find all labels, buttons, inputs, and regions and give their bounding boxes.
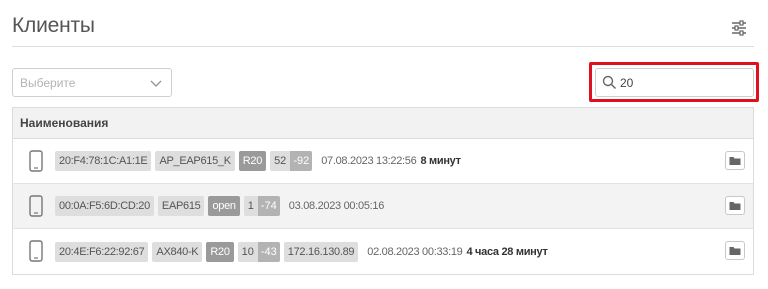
signal-value: 52 bbox=[270, 151, 291, 171]
ip-address-badge: 172.16.130.89 bbox=[283, 241, 359, 262]
open-folder-button[interactable] bbox=[725, 151, 745, 170]
folder-icon bbox=[729, 157, 741, 165]
connection-duration: 8 минут bbox=[420, 155, 461, 167]
search-icon bbox=[602, 75, 617, 90]
sliders-icon[interactable] bbox=[730, 19, 748, 37]
connection-duration: 4 часа 28 минут bbox=[466, 245, 548, 258]
column-header-names: Наименования bbox=[13, 108, 753, 139]
signal-dbm: -43 bbox=[257, 241, 280, 262]
page-title: Клиенты bbox=[12, 14, 95, 37]
device-badge: EAP615 bbox=[157, 196, 205, 216]
table-row[interactable]: 00:0A:F5:6D:CD:20 EAP615 open 1 -74 03.0… bbox=[13, 184, 753, 229]
device-badge: AX840-K bbox=[152, 241, 203, 262]
signal-dbm: -92 bbox=[290, 151, 313, 171]
device-badge: AP_EAP615_K bbox=[155, 151, 235, 171]
mac-address-badge: 20:F4:78:1C:A1:1E bbox=[55, 151, 152, 171]
mac-address-badge: 20:4E:F6:22:92:67 bbox=[55, 241, 149, 262]
open-folder-button[interactable] bbox=[725, 196, 745, 215]
connection-date: 03.08.2023 00:05:16 bbox=[288, 200, 385, 212]
folder-icon bbox=[729, 202, 741, 210]
signal-value: 10 bbox=[237, 241, 258, 262]
title-divider bbox=[12, 46, 754, 47]
band-badge: R20 bbox=[206, 241, 234, 262]
connection-date: 07.08.2023 13:22:56 bbox=[321, 155, 417, 167]
table-row[interactable]: 20:4E:F6:22:92:67 AX840-K R20 10 -43 172… bbox=[13, 229, 753, 274]
clients-table: Наименования 20:F4:78:1C:A1:1E AP_EAP615… bbox=[12, 107, 754, 275]
open-folder-button[interactable] bbox=[725, 241, 745, 260]
signal-value: 1 bbox=[243, 196, 258, 216]
band-badge: open bbox=[208, 196, 240, 216]
signal-dbm: -74 bbox=[257, 196, 280, 216]
select-placeholder: Выберите bbox=[20, 76, 76, 90]
chevron-down-icon bbox=[150, 80, 162, 87]
connection-date: 02.08.2023 00:33:19 bbox=[367, 245, 463, 258]
search-field[interactable] bbox=[595, 68, 754, 97]
signal-badge: 1 -74 bbox=[243, 196, 280, 216]
search-input[interactable] bbox=[620, 73, 748, 93]
signal-badge: 52 -92 bbox=[270, 151, 313, 171]
mac-address-badge: 00:0A:F5:6D:CD:20 bbox=[55, 196, 154, 216]
phone-icon bbox=[29, 150, 43, 172]
band-badge: R20 bbox=[238, 151, 267, 171]
table-row[interactable]: 20:F4:78:1C:A1:1E AP_EAP615_K R20 52 -92… bbox=[13, 139, 753, 184]
client-filter-select[interactable]: Выберите bbox=[12, 68, 172, 97]
phone-icon bbox=[29, 195, 43, 217]
folder-icon bbox=[729, 247, 741, 255]
phone-icon bbox=[29, 240, 43, 262]
signal-badge: 10 -43 bbox=[237, 241, 280, 262]
